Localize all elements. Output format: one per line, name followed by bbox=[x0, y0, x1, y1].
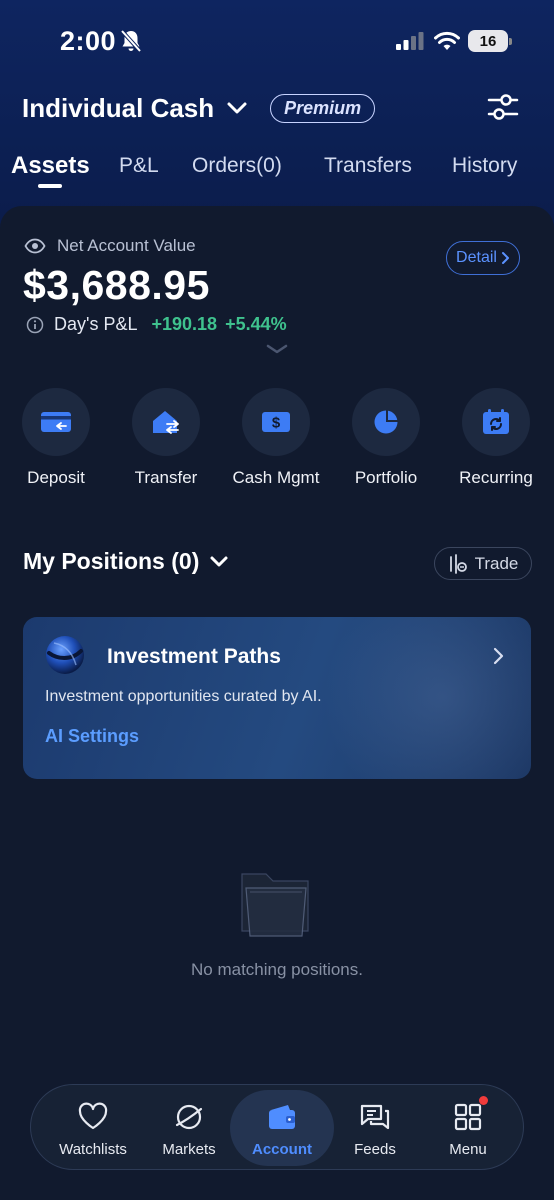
nav-feeds[interactable]: Feeds bbox=[327, 1085, 423, 1171]
battery-indicator: 16 bbox=[468, 30, 512, 52]
nav-feeds-label: Feeds bbox=[354, 1141, 396, 1158]
trade-icon bbox=[449, 553, 467, 574]
eye-icon[interactable] bbox=[24, 238, 46, 254]
empty-positions-message: No matching positions. bbox=[191, 960, 363, 979]
account-name[interactable]: Individual Cash bbox=[22, 93, 214, 124]
nav-watchlists-label: Watchlists bbox=[59, 1141, 127, 1158]
days-pl-label: Day's P&L bbox=[54, 314, 138, 334]
premium-badge[interactable]: Premium bbox=[270, 93, 376, 123]
detail-label: Detail bbox=[456, 249, 497, 266]
transfer-button[interactable] bbox=[132, 388, 200, 456]
positions-dropdown[interactable]: My Positions (0) bbox=[23, 548, 229, 575]
bell-off-icon bbox=[120, 29, 142, 53]
cash-mgmt-action[interactable]: $ Cash Mgmt bbox=[221, 388, 331, 488]
deposit-button[interactable] bbox=[22, 388, 90, 456]
tab-pl[interactable]: P&L bbox=[119, 154, 159, 178]
recurring-button[interactable] bbox=[462, 388, 530, 456]
recurring-icon bbox=[483, 409, 509, 434]
svg-text:$: $ bbox=[272, 415, 281, 432]
tab-orders[interactable]: Orders(0) bbox=[192, 154, 282, 178]
chat-icon bbox=[360, 1104, 390, 1130]
days-pl-value: +190.18 bbox=[151, 314, 218, 334]
wallet-icon bbox=[269, 1105, 295, 1129]
globe-icon bbox=[46, 636, 84, 674]
chevron-right-icon[interactable] bbox=[493, 647, 505, 665]
empty-folder-icon bbox=[241, 873, 309, 937]
cash-mgmt-button[interactable]: $ bbox=[242, 388, 310, 456]
nav-menu-label: Menu bbox=[449, 1141, 487, 1158]
nav-menu[interactable]: Menu bbox=[420, 1085, 516, 1171]
chevron-down-icon[interactable] bbox=[226, 101, 248, 115]
nav-account[interactable]: Account bbox=[230, 1090, 334, 1166]
grid-icon bbox=[454, 1103, 482, 1131]
wifi-icon bbox=[434, 31, 460, 50]
transfer-label: Transfer bbox=[134, 468, 198, 487]
transfer-action[interactable]: Transfer bbox=[111, 388, 221, 488]
portfolio-button[interactable] bbox=[352, 388, 420, 456]
transfer-icon bbox=[153, 411, 179, 434]
status-time: 2:00 bbox=[60, 26, 117, 56]
status-bar: 2:00 16 bbox=[0, 0, 554, 84]
battery-level: 16 bbox=[479, 32, 497, 50]
cash-mgmt-icon: $ bbox=[262, 412, 290, 432]
positions-title[interactable]: My Positions (0) bbox=[23, 548, 199, 575]
net-account-value-label: Net Account Value bbox=[57, 236, 196, 255]
tab-history[interactable]: History bbox=[452, 154, 517, 178]
portfolio-action[interactable]: Portfolio bbox=[331, 388, 441, 488]
investment-paths-card[interactable]: Investment Paths Investment opportunitie… bbox=[23, 617, 531, 779]
cash-mgmt-label: Cash Mgmt bbox=[232, 468, 320, 487]
heart-icon bbox=[78, 1102, 108, 1130]
deposit-label: Deposit bbox=[27, 468, 85, 487]
chevron-down-icon[interactable] bbox=[209, 555, 229, 568]
signal-icon bbox=[396, 32, 424, 50]
planet-icon bbox=[175, 1104, 203, 1130]
investment-paths-title: Investment Paths bbox=[107, 645, 281, 668]
account-tabs: Assets P&L Orders(0) Transfers History bbox=[0, 150, 554, 194]
ai-settings-link[interactable]: AI Settings bbox=[45, 726, 139, 747]
nav-watchlists[interactable]: Watchlists bbox=[45, 1085, 141, 1171]
portfolio-label: Portfolio bbox=[354, 468, 418, 487]
tab-transfers[interactable]: Transfers bbox=[324, 154, 412, 178]
trade-button[interactable]: Trade bbox=[434, 547, 532, 580]
account-selector[interactable]: Individual Cash Premium bbox=[22, 92, 376, 124]
tab-assets[interactable]: Assets bbox=[11, 152, 90, 180]
bottom-navigation: Watchlists Markets Account Feeds Menu bbox=[30, 1084, 524, 1170]
deposit-action[interactable]: Deposit bbox=[1, 388, 111, 488]
days-pl-row: Day's P&L +190.18 +5.44% bbox=[26, 314, 287, 335]
info-icon[interactable] bbox=[26, 316, 44, 334]
portfolio-icon bbox=[374, 410, 398, 434]
nav-markets[interactable]: Markets bbox=[141, 1085, 237, 1171]
active-tab-indicator bbox=[38, 184, 62, 188]
recurring-label: Recurring bbox=[459, 468, 533, 487]
nav-account-label: Account bbox=[252, 1141, 312, 1158]
nav-markets-label: Markets bbox=[162, 1141, 216, 1158]
menu-notification-dot bbox=[479, 1096, 488, 1105]
days-pl-percent: +5.44% bbox=[225, 314, 287, 334]
detail-button[interactable]: Detail bbox=[446, 241, 520, 275]
settings-sliders-icon[interactable] bbox=[486, 92, 520, 122]
expand-chevron-icon[interactable] bbox=[266, 344, 288, 354]
recurring-action[interactable]: Recurring bbox=[441, 388, 551, 488]
chevron-right-icon bbox=[501, 252, 509, 264]
investment-paths-description: Investment opportunities curated by AI. bbox=[45, 688, 322, 705]
trade-label: Trade bbox=[474, 553, 519, 573]
deposit-icon bbox=[41, 412, 71, 432]
net-account-value-label-row: Net Account Value bbox=[24, 236, 196, 256]
net-account-value: $3,688.95 bbox=[23, 262, 210, 308]
